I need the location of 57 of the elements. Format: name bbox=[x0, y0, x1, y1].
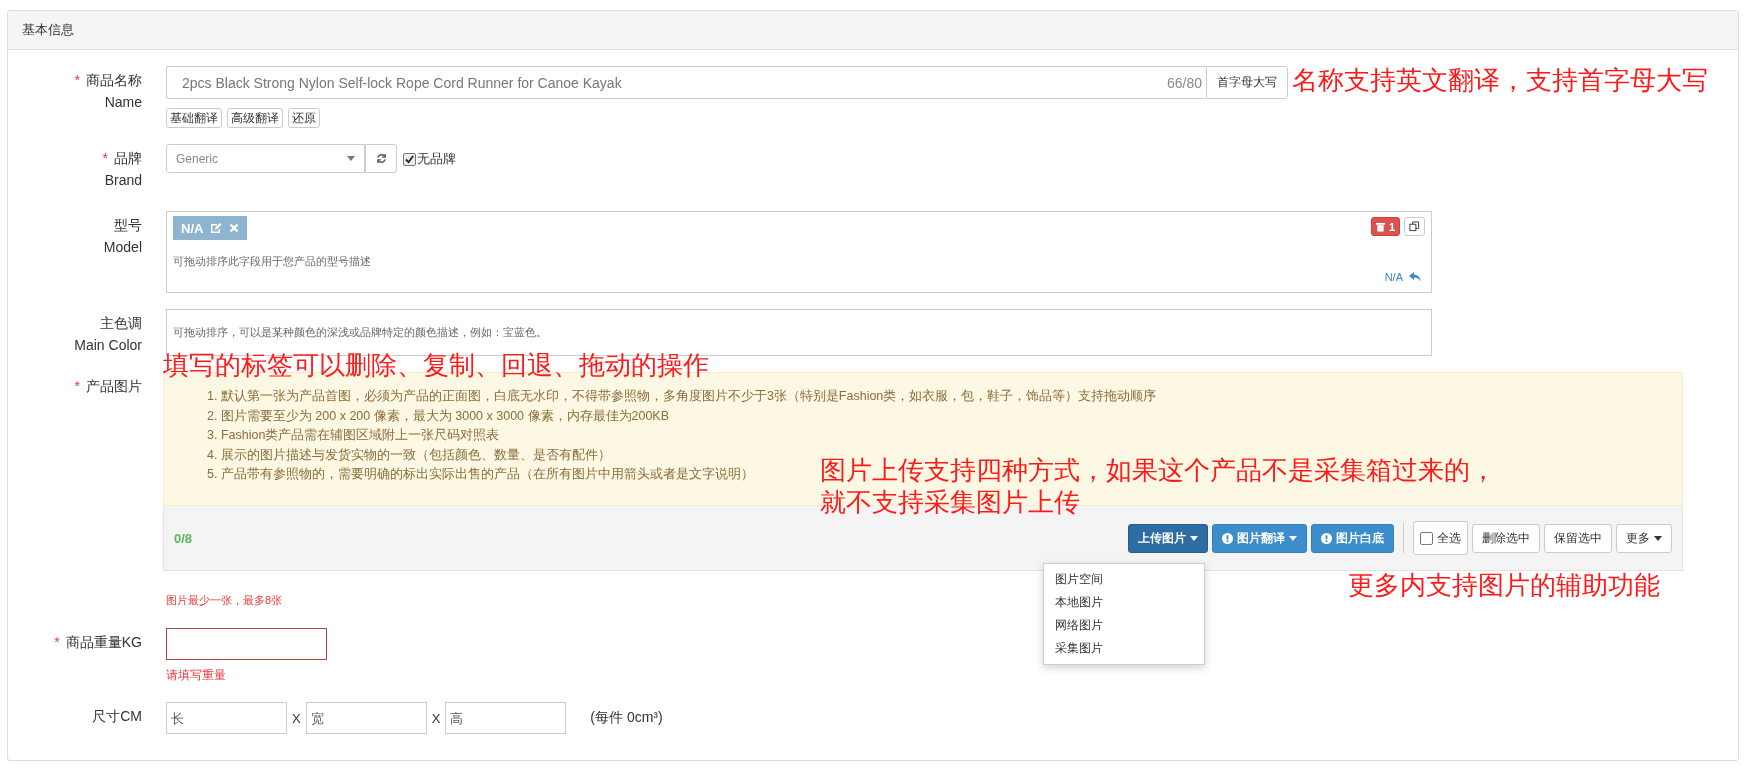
help-text: 图片最少一张，最多8张 bbox=[166, 593, 283, 608]
select-all-checkbox[interactable]: 全选 bbox=[1413, 521, 1468, 555]
times-sign: X bbox=[292, 710, 301, 726]
field-label-en: Model bbox=[103, 239, 142, 255]
dimension-input[interactable]: 高 bbox=[445, 702, 567, 734]
field-label: 主色调 bbox=[100, 315, 142, 333]
toolbar-button[interactable]: 删除选中 bbox=[1472, 523, 1540, 553]
rule-text: 5. 产品带有参照物的，需要明确的标出实际出售的产品（在所有图片中用箭头或者是文字说明） bbox=[207, 466, 754, 483]
required-mark: * bbox=[74, 378, 80, 394]
toolbar-button[interactable]: 图片翻译 bbox=[1212, 523, 1307, 553]
rule-text: 1. 默认第一张为产品首图，必须为产品的正面图，白底无水印，不得带参照物，多角度图片不少于3张（特别是Fashion类，如衣服，包，鞋子，饰品等）支持拖动顺序 bbox=[207, 388, 1157, 405]
rule-text: 4. 展示的图片描述与发货实物的一致（包括颜色、数量、是否有配件） bbox=[207, 446, 611, 464]
toolbar-button[interactable]: 更多 bbox=[1616, 523, 1672, 553]
annotation-text: 就不支持采集图片上传 bbox=[820, 487, 1080, 517]
dimension-input[interactable]: 长 bbox=[166, 702, 287, 734]
toolbar-button[interactable]: 图片白底 bbox=[1311, 523, 1394, 553]
field-label: 尺寸CM bbox=[92, 708, 142, 726]
dimension-input[interactable]: 宽 bbox=[305, 702, 427, 734]
volume-text: (每件 0cm³) bbox=[590, 709, 663, 727]
model-tag-field[interactable]: N/A 可拖动排序此字段用于您产品的型号描述 1 N/A bbox=[166, 211, 1432, 293]
name-input[interactable]: 2pcs Black Strong Nylon Self-lock Rope Cord Runner for Canoe Kayak 66/80 bbox=[166, 66, 1206, 99]
translate-button[interactable]: 还原 bbox=[288, 108, 320, 128]
no-brand-checkbox[interactable]: 无品牌 bbox=[403, 150, 456, 168]
error-text: 请填写重量 bbox=[166, 667, 227, 684]
image-count: 0/8 bbox=[174, 530, 193, 546]
default-value-link[interactable]: N/A bbox=[1384, 271, 1403, 283]
annotation-text: 更多内支持图片的辅助功能 bbox=[1348, 570, 1660, 600]
delete-button[interactable]: 1 bbox=[1370, 217, 1400, 236]
translate-button[interactable]: 基础翻译 bbox=[166, 108, 222, 128]
char-counter: 66/80 bbox=[1166, 74, 1203, 91]
required-mark: * bbox=[54, 634, 60, 650]
field-label-en: Name bbox=[104, 94, 142, 110]
rule-text: 3. Fashion类产品需在辅图区域附上一张尺码对照表 bbox=[207, 427, 500, 444]
capitalize-button[interactable]: 首字母大写 bbox=[1206, 66, 1288, 99]
brand-select[interactable]: Generic bbox=[166, 144, 365, 173]
menu-item[interactable]: 网络图片 bbox=[1044, 614, 1204, 637]
required-mark: * bbox=[102, 150, 108, 166]
field-label: 品牌 bbox=[114, 150, 142, 168]
field-label: 型号 bbox=[114, 217, 142, 235]
menu-item[interactable]: 图片空间 bbox=[1044, 568, 1204, 591]
field-label-en: Brand bbox=[104, 172, 142, 188]
menu-item[interactable]: 本地图片 bbox=[1044, 591, 1204, 614]
annotation-text: 图片上传支持四种方式，如果这个产品不是采集箱过来的， bbox=[820, 455, 1496, 485]
annotation-text: 名称支持英文翻译，支持首字母大写 bbox=[1292, 65, 1708, 95]
field-label: 商品名称 bbox=[86, 72, 142, 90]
translate-button[interactable]: 高级翻译 bbox=[227, 108, 283, 128]
field-label: 商品重量KG bbox=[65, 634, 142, 652]
panel-title: 基本信息 bbox=[22, 21, 74, 39]
times-sign: X bbox=[431, 710, 441, 726]
rule-text: 2. 图片需要至少为 200 x 200 像素，最大为 3000 x 3000 像素，内存最佳为200KB bbox=[207, 407, 670, 425]
field-hint: 可拖动排序此字段用于您产品的型号描述 bbox=[173, 254, 372, 269]
menu-item[interactable]: 采集图片 bbox=[1044, 637, 1204, 660]
toolbar-button[interactable]: 保留选中 bbox=[1544, 523, 1612, 553]
toolbar-button[interactable]: 上传图片 bbox=[1128, 523, 1208, 553]
field-label-en: Main Color bbox=[74, 337, 142, 353]
field-label: 产品图片 bbox=[86, 378, 142, 396]
required-mark: * bbox=[74, 72, 80, 88]
